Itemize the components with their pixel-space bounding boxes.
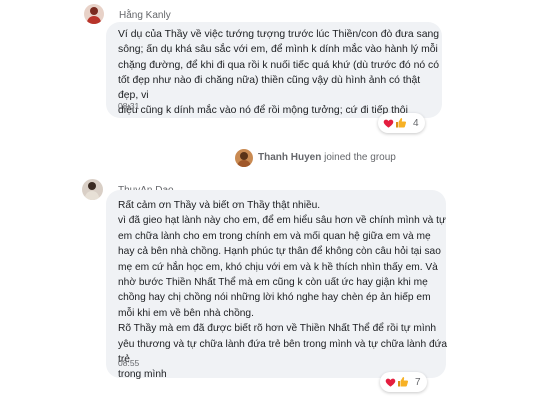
thumbs-up-reaction-icon	[395, 117, 407, 129]
system-event-text: Thanh Huyen joined the group	[258, 152, 396, 163]
sender-name[interactable]: Hằng Kanly	[119, 10, 171, 21]
message-timestamp: 08:55	[118, 358, 140, 368]
reaction-summary[interactable]: 7	[380, 372, 427, 392]
avatar[interactable]	[82, 179, 103, 200]
avatar-body	[87, 16, 101, 24]
avatar-head	[90, 7, 98, 15]
system-event-name[interactable]: Thanh Huyen	[258, 152, 321, 163]
reaction-count: 4	[413, 117, 419, 129]
message-text: Ví dụ của Thầy về việc tướng tượng trước…	[118, 29, 440, 117]
avatar-body	[85, 191, 99, 200]
thumbs-up-reaction-icon	[397, 376, 409, 388]
chat-thread: Hằng Kanly Ví dụ của Thầy về việc tướng …	[0, 0, 533, 400]
system-event-avatar[interactable]	[235, 149, 253, 167]
avatar-body	[237, 160, 251, 167]
message-timestamp: 08:31	[118, 101, 140, 111]
reaction-summary[interactable]: 4	[378, 113, 425, 133]
heart-reaction-icon	[385, 377, 396, 388]
heart-reaction-icon	[383, 118, 394, 129]
message-text: Rất cảm ơn Thầy và biết ơn Thầy thật nhi…	[118, 200, 448, 381]
avatar-head	[88, 182, 96, 190]
reaction-count: 7	[415, 376, 421, 388]
avatar-head	[240, 152, 248, 160]
system-event-action: joined the group	[324, 152, 396, 163]
avatar[interactable]	[84, 4, 104, 24]
